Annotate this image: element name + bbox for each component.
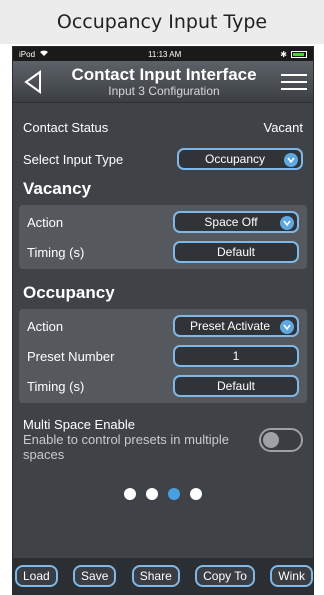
contact-status-row: Contact Status Vacant xyxy=(19,111,307,143)
back-arrow-icon xyxy=(24,69,41,94)
contact-status-value: Vacant xyxy=(263,119,303,135)
page-title: Contact Input Interface xyxy=(71,65,257,84)
multi-space-description: Enable to control presets in multiple sp… xyxy=(23,432,229,462)
preset-number-row: Preset Number 1 xyxy=(27,341,299,371)
vacancy-heading: Vacancy xyxy=(23,179,92,198)
contact-status-label: Contact Status xyxy=(23,119,109,135)
occupancy-group: Action Preset Activate Preset Number 1 T… xyxy=(19,309,307,403)
footer-toolbar: Load Save Share Copy To Wink xyxy=(13,558,313,594)
occupancy-action-value: Preset Activate xyxy=(189,319,271,333)
input-type-value: Occupancy xyxy=(204,152,266,166)
occupancy-timing-label: Timing (s) xyxy=(27,378,85,394)
occupancy-timing-field[interactable]: Default xyxy=(173,375,299,397)
page-dot-active[interactable] xyxy=(168,488,180,500)
occupancy-timing-row: Timing (s) Default xyxy=(27,371,299,401)
vacancy-action-row: Action Space Off xyxy=(27,207,299,237)
share-button[interactable]: Share xyxy=(131,565,180,587)
vacancy-timing-field[interactable]: Default xyxy=(173,241,299,263)
wink-button[interactable]: Wink xyxy=(270,565,313,587)
input-type-dropdown[interactable]: Occupancy xyxy=(177,148,303,170)
toggle-knob xyxy=(263,431,279,448)
menu-icon[interactable] xyxy=(281,73,307,90)
input-type-label: Select Input Type xyxy=(23,151,124,167)
nav-bar: Contact Input Interface Input 3 Configur… xyxy=(13,61,313,103)
save-button[interactable]: Save xyxy=(73,565,117,587)
screenshot-caption: Occupancy Input Type xyxy=(0,0,324,44)
status-bar: iPod 11:13 AM ✱ xyxy=(13,47,313,61)
status-time: 11:13 AM xyxy=(148,49,182,59)
multi-space-label: Multi Space Enable xyxy=(23,417,136,432)
occupancy-action-label: Action xyxy=(27,318,64,334)
page-indicator xyxy=(19,488,307,500)
page-dot[interactable] xyxy=(190,488,202,500)
page-dot[interactable] xyxy=(124,488,136,500)
main-content: Contact Status Vacant Select Input Type … xyxy=(13,103,313,500)
vacancy-action-value: Space Off xyxy=(204,215,258,229)
preset-number-label: Preset Number xyxy=(27,348,115,364)
input-type-row: Select Input Type Occupancy xyxy=(19,143,307,175)
page-dot[interactable] xyxy=(146,488,158,500)
phone-screen: iPod 11:13 AM ✱ Contact Input Interface … xyxy=(12,46,314,595)
preset-number-field[interactable]: 1 xyxy=(173,345,299,367)
chevron-down-icon xyxy=(280,216,294,230)
device-name: iPod xyxy=(19,49,36,59)
wifi-icon xyxy=(39,49,49,59)
copy-to-button[interactable]: Copy To xyxy=(195,565,255,587)
chevron-down-icon xyxy=(284,153,298,167)
battery-icon xyxy=(291,50,307,58)
page-subtitle: Input 3 Configuration xyxy=(108,84,220,98)
vacancy-action-dropdown[interactable]: Space Off xyxy=(173,211,299,233)
chevron-down-icon xyxy=(280,320,294,334)
vacancy-timing-row: Timing (s) Default xyxy=(27,237,299,267)
load-button[interactable]: Load xyxy=(15,565,58,587)
vacancy-group: Action Space Off Timing (s) Default xyxy=(19,205,307,269)
occupancy-heading: Occupancy xyxy=(23,283,115,302)
occupancy-action-row: Action Preset Activate xyxy=(27,311,299,341)
back-button[interactable] xyxy=(19,68,47,96)
bluetooth-icon: ✱ xyxy=(280,49,287,59)
vacancy-action-label: Action xyxy=(27,214,64,230)
vacancy-timing-label: Timing (s) xyxy=(27,244,85,260)
multi-space-toggle[interactable] xyxy=(259,427,303,452)
occupancy-action-dropdown[interactable]: Preset Activate xyxy=(173,315,299,337)
multi-space-row: Multi Space Enable Enable to control pre… xyxy=(19,413,307,466)
